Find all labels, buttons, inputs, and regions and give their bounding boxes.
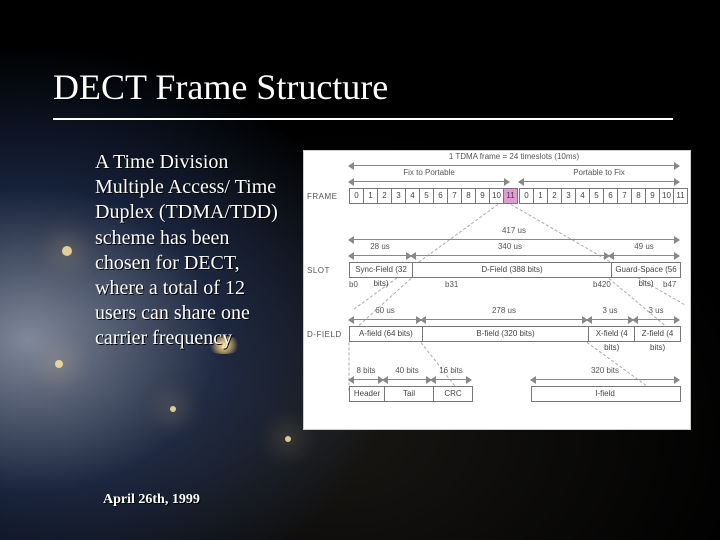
timeslot-cell: 11 <box>673 188 688 204</box>
lens-flare <box>285 436 291 442</box>
afield-breakdown-row: Header Tail CRC <box>349 386 473 402</box>
a-field-cell: A-field (64 bits) <box>350 327 423 341</box>
slot-field-row: Sync-Field (32 bits) D-Field (388 bits) … <box>349 262 681 278</box>
timeslot-cell: 3 <box>391 188 405 204</box>
timeslot-cell: 10 <box>489 188 503 204</box>
timeslot-cell: 5 <box>419 188 433 204</box>
crc-bits-span: 16 bits <box>431 376 471 384</box>
dfield-field-row: A-field (64 bits) B-field (320 bits) X-f… <box>349 326 681 342</box>
x-us-caption: 3 us <box>587 306 633 315</box>
timeslot-cell: 2 <box>377 188 391 204</box>
lens-flare <box>170 406 176 412</box>
timeslot-cell: 11 <box>503 188 518 204</box>
timeslot-cell: 7 <box>447 188 461 204</box>
tx-span: Fix to Portable <box>349 178 509 186</box>
sync-field-cell: Sync-Field (32 bits) <box>350 263 413 277</box>
timeslot-cell: 0 <box>349 188 363 204</box>
dfield-row-label: D-FIELD <box>307 330 342 339</box>
timeslot-cell: 8 <box>631 188 645 204</box>
timeslot-cell: 3 <box>561 188 575 204</box>
frame-structure-diagram: 1 TDMA frame = 24 timeslots (10ms) Fix t… <box>303 150 691 430</box>
a-us-span: 60 us <box>349 316 421 324</box>
z-field-cell: Z-field (4 bits) <box>635 327 680 341</box>
ifield-row: I-field <box>531 386 681 402</box>
d-field-cell: D-Field (388 bits) <box>413 263 612 277</box>
b-us-span: 278 us <box>421 316 587 324</box>
z-us-caption: 3 us <box>633 306 679 315</box>
tx-slot-row: 01234567891011 <box>349 188 518 204</box>
timeslot-cell: 4 <box>575 188 589 204</box>
timeslot-cell: 1 <box>533 188 547 204</box>
footer-date: April 26th, 1999 <box>103 492 200 508</box>
lens-flare <box>62 246 72 256</box>
rx-span: Portable to Fix <box>519 178 679 186</box>
header-bits-span: 8 bits <box>349 376 383 384</box>
bit-b0: b0 <box>349 280 358 289</box>
timeslot-cell: 8 <box>461 188 475 204</box>
dfield-us-caption: 340 us <box>411 242 609 251</box>
x-us-span: 3 us <box>587 316 633 324</box>
b-us-caption: 278 us <box>421 306 587 315</box>
slot-row-label: SLOT <box>307 266 330 275</box>
tail-bits-caption: 40 bits <box>383 366 431 375</box>
tdma-frame-caption: 1 TDMA frame = 24 timeslots (10ms) <box>349 152 679 161</box>
rx-slot-row: 01234567891011 <box>519 188 688 204</box>
dfield-us-span: 340 us <box>411 252 609 260</box>
timeslot-cell: 0 <box>519 188 533 204</box>
tx-label: Fix to Portable <box>349 168 509 177</box>
bit-b420: b420 <box>593 280 611 289</box>
guard-field-cell: Guard-Space (56 bits) <box>612 263 680 277</box>
crc-bits-caption: 16 bits <box>431 366 471 375</box>
header-cell: Header <box>350 387 385 401</box>
total-us-caption: 417 us <box>349 226 679 235</box>
body-paragraph: A Time Division Multiple Access/ Time Du… <box>95 150 285 352</box>
b-field-cell: B-field (320 bits) <box>423 327 590 341</box>
x-field-cell: X-field (4 bits) <box>589 327 635 341</box>
timeslot-cell: 6 <box>603 188 617 204</box>
bit-b47: b47 <box>663 280 676 289</box>
timeslot-cell: 5 <box>589 188 603 204</box>
guard-us-caption: 49 us <box>609 242 679 251</box>
bit-b31: b31 <box>445 280 458 289</box>
slide-title: DECT Frame Structure <box>53 66 388 108</box>
header-bits-caption: 8 bits <box>349 366 383 375</box>
crc-cell: CRC <box>434 387 472 401</box>
timeslot-cell: 9 <box>475 188 489 204</box>
title-underline <box>53 118 673 120</box>
timeslot-cell: 4 <box>405 188 419 204</box>
timeslot-cell: 6 <box>433 188 447 204</box>
frame-row-label: FRAME <box>307 192 338 201</box>
sync-us-span: 28 us <box>349 252 411 260</box>
timeslot-cell: 9 <box>645 188 659 204</box>
z-us-span: 3 us <box>633 316 679 324</box>
guard-us-span: 49 us <box>609 252 679 260</box>
sync-us-caption: 28 us <box>349 242 411 251</box>
timeslot-cell: 1 <box>363 188 377 204</box>
lens-flare <box>55 360 63 368</box>
slide: DECT Frame Structure A Time Division Mul… <box>0 0 720 540</box>
ifield-bits-caption: 320 bits <box>531 366 679 375</box>
tail-bits-span: 40 bits <box>383 376 431 384</box>
timeslot-cell: 2 <box>547 188 561 204</box>
timeslot-cell: 7 <box>617 188 631 204</box>
ifield-bits-span: 320 bits <box>531 376 679 384</box>
rx-label: Portable to Fix <box>519 168 679 177</box>
ifield-cell: I-field <box>532 387 678 401</box>
timeslot-cell: 10 <box>659 188 673 204</box>
tail-cell: Tail <box>385 387 434 401</box>
a-us-caption: 60 us <box>349 306 421 315</box>
